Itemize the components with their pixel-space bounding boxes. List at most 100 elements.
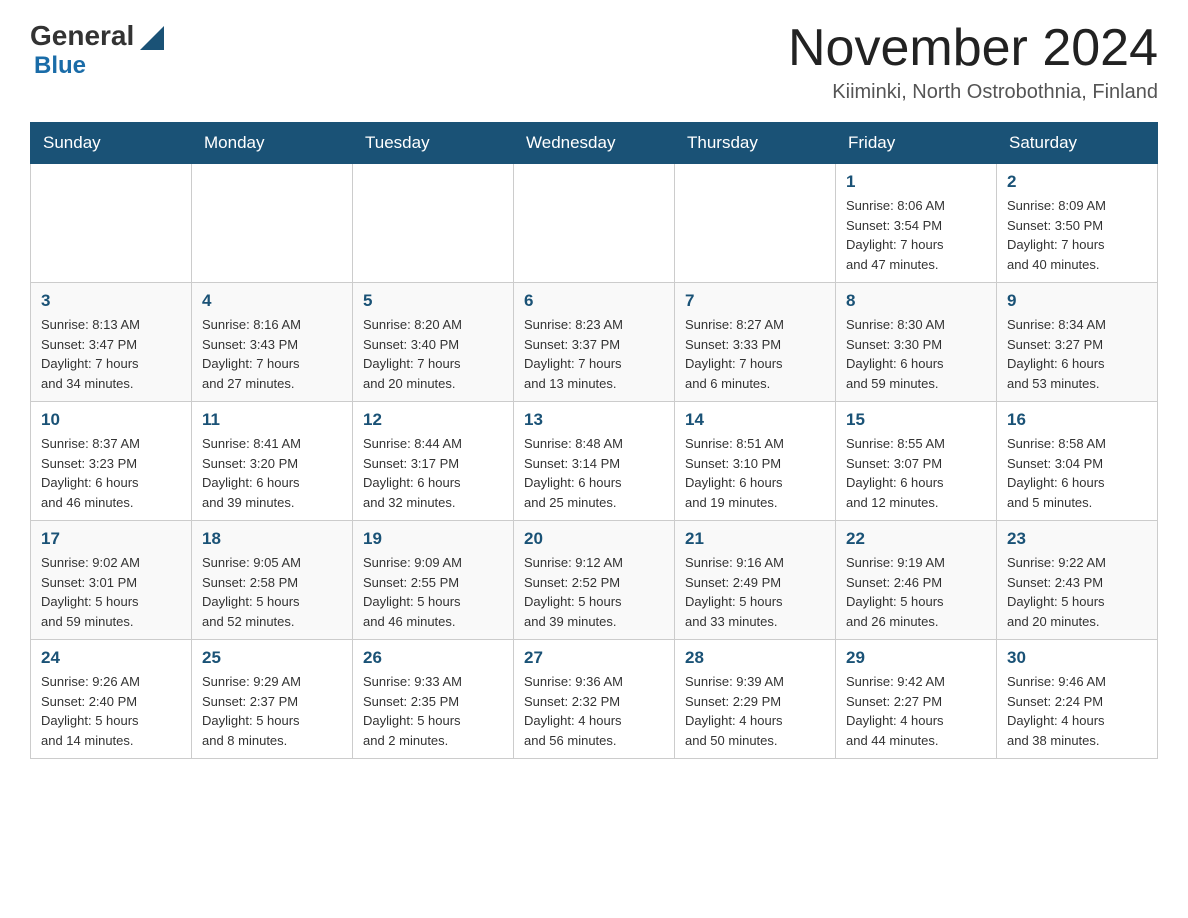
day-info: Sunrise: 8:16 AMSunset: 3:43 PMDaylight:… bbox=[202, 315, 342, 393]
day-info: Sunrise: 8:48 AMSunset: 3:14 PMDaylight:… bbox=[524, 434, 664, 512]
header: General Blue November 2024 Kiiminki, Nor… bbox=[30, 20, 1158, 104]
calendar-week-row-1: 1 Sunrise: 8:06 AMSunset: 3:54 PMDaylight… bbox=[31, 164, 1158, 283]
calendar-cell: 5Sunrise: 8:20 AMSunset: 3:40 PMDaylight… bbox=[353, 283, 514, 402]
day-number: 25 bbox=[202, 648, 342, 668]
day-info: Sunrise: 8:27 AMSunset: 3:33 PMDaylight:… bbox=[685, 315, 825, 393]
calendar-cell bbox=[514, 164, 675, 283]
day-info: Sunrise: 8:13 AMSunset: 3:47 PMDaylight:… bbox=[41, 315, 181, 393]
calendar-cell: 6 Sunrise: 8:23 AMSunset: 3:37 PMDaylight… bbox=[514, 283, 675, 402]
calendar-cell: 28 Sunrise: 9:39 AMSunset: 2:29 PMDayligh… bbox=[675, 640, 836, 759]
day-number: 11 bbox=[202, 410, 342, 430]
location-text: Kiiminki, North Ostrobothnia, Finland bbox=[788, 81, 1158, 104]
calendar-cell: 3 Sunrise: 8:13 AMSunset: 3:47 PMDaylight… bbox=[31, 283, 192, 402]
calendar-cell bbox=[353, 164, 514, 283]
calendar-cell: 7 Sunrise: 8:27 AMSunset: 3:33 PMDaylight… bbox=[675, 283, 836, 402]
day-number: 4 bbox=[202, 291, 342, 311]
day-info: Sunrise: 9:09 AMSunset: 2:55 PMDaylight:… bbox=[363, 553, 503, 631]
calendar-cell: 17 Sunrise: 9:02 AMSunset: 3:01 PMDayligh… bbox=[31, 521, 192, 640]
day-info: Sunrise: 8:55 AMSunset: 3:07 PMDaylight:… bbox=[846, 434, 986, 512]
header-friday: Friday bbox=[836, 123, 997, 164]
logo-general-text: General bbox=[30, 20, 134, 52]
day-number: 19 bbox=[363, 529, 503, 549]
title-area: November 2024 Kiiminki, North Ostrobothn… bbox=[788, 20, 1158, 104]
day-info: Sunrise: 9:42 AMSunset: 2:27 PMDaylight:… bbox=[846, 672, 986, 750]
header-thursday: Thursday bbox=[675, 123, 836, 164]
day-info: Sunrise: 9:16 AMSunset: 2:49 PMDaylight:… bbox=[685, 553, 825, 631]
day-info: Sunrise: 9:26 AMSunset: 2:40 PMDaylight:… bbox=[41, 672, 181, 750]
day-number: 15 bbox=[846, 410, 986, 430]
calendar-cell: 23 Sunrise: 9:22 AMSunset: 2:43 PMDayligh… bbox=[997, 521, 1158, 640]
day-number: 12 bbox=[363, 410, 503, 430]
day-info: Sunrise: 9:36 AMSunset: 2:32 PMDaylight:… bbox=[524, 672, 664, 750]
calendar-cell: 19 Sunrise: 9:09 AMSunset: 2:55 PMDayligh… bbox=[353, 521, 514, 640]
day-info: Sunrise: 8:30 AMSunset: 3:30 PMDaylight:… bbox=[846, 315, 986, 393]
calendar-cell bbox=[192, 164, 353, 283]
day-number: 7 bbox=[685, 291, 825, 311]
calendar-cell: 15 Sunrise: 8:55 AMSunset: 3:07 PMDayligh… bbox=[836, 402, 997, 521]
day-number: 9 bbox=[1007, 291, 1147, 311]
day-number: 29 bbox=[846, 648, 986, 668]
logo-blue-text: Blue bbox=[34, 52, 86, 80]
calendar-week-row-4: 17 Sunrise: 9:02 AMSunset: 3:01 PMDayligh… bbox=[31, 521, 1158, 640]
calendar-week-row-5: 24 Sunrise: 9:26 AMSunset: 2:40 PMDayligh… bbox=[31, 640, 1158, 759]
calendar-table: Sunday Monday Tuesday Wednesday Thursday… bbox=[30, 122, 1158, 759]
day-number: 6 bbox=[524, 291, 664, 311]
day-info: Sunrise: 9:12 AMSunset: 2:52 PMDaylight:… bbox=[524, 553, 664, 631]
calendar-cell: 21 Sunrise: 9:16 AMSunset: 2:49 PMDayligh… bbox=[675, 521, 836, 640]
day-info: Sunrise: 9:39 AMSunset: 2:29 PMDaylight:… bbox=[685, 672, 825, 750]
day-info: Sunrise: 9:29 AMSunset: 2:37 PMDaylight:… bbox=[202, 672, 342, 750]
calendar-cell: 11Sunrise: 8:41 AMSunset: 3:20 PMDayligh… bbox=[192, 402, 353, 521]
day-info: Sunrise: 8:23 AMSunset: 3:37 PMDaylight:… bbox=[524, 315, 664, 393]
calendar-cell bbox=[31, 164, 192, 283]
calendar-cell: 14 Sunrise: 8:51 AMSunset: 3:10 PMDayligh… bbox=[675, 402, 836, 521]
calendar-cell: 10 Sunrise: 8:37 AMSunset: 3:23 PMDayligh… bbox=[31, 402, 192, 521]
day-number: 21 bbox=[685, 529, 825, 549]
calendar-cell: 13 Sunrise: 8:48 AMSunset: 3:14 PMDayligh… bbox=[514, 402, 675, 521]
day-info: Sunrise: 9:33 AMSunset: 2:35 PMDaylight:… bbox=[363, 672, 503, 750]
day-number: 10 bbox=[41, 410, 181, 430]
day-number: 13 bbox=[524, 410, 664, 430]
day-info: Sunrise: 8:37 AMSunset: 3:23 PMDaylight:… bbox=[41, 434, 181, 512]
header-monday: Monday bbox=[192, 123, 353, 164]
day-number: 16 bbox=[1007, 410, 1147, 430]
logo-triangle-icon bbox=[136, 22, 164, 50]
month-title: November 2024 bbox=[788, 20, 1158, 77]
weekday-header-row: Sunday Monday Tuesday Wednesday Thursday… bbox=[31, 123, 1158, 164]
header-saturday: Saturday bbox=[997, 123, 1158, 164]
day-info: Sunrise: 9:02 AMSunset: 3:01 PMDaylight:… bbox=[41, 553, 181, 631]
day-info: Sunrise: 8:09 AMSunset: 3:50 PMDaylight:… bbox=[1007, 196, 1147, 274]
calendar-cell bbox=[675, 164, 836, 283]
day-info: Sunrise: 9:46 AMSunset: 2:24 PMDaylight:… bbox=[1007, 672, 1147, 750]
header-tuesday: Tuesday bbox=[353, 123, 514, 164]
day-number: 14 bbox=[685, 410, 825, 430]
day-info: Sunrise: 9:22 AMSunset: 2:43 PMDaylight:… bbox=[1007, 553, 1147, 631]
calendar-week-row-2: 3 Sunrise: 8:13 AMSunset: 3:47 PMDaylight… bbox=[31, 283, 1158, 402]
calendar-cell: 29 Sunrise: 9:42 AMSunset: 2:27 PMDayligh… bbox=[836, 640, 997, 759]
day-info: Sunrise: 8:51 AMSunset: 3:10 PMDaylight:… bbox=[685, 434, 825, 512]
day-number: 20 bbox=[524, 529, 664, 549]
calendar-cell: 12 Sunrise: 8:44 AMSunset: 3:17 PMDayligh… bbox=[353, 402, 514, 521]
calendar-cell: 30Sunrise: 9:46 AMSunset: 2:24 PMDayligh… bbox=[997, 640, 1158, 759]
calendar-cell: 16 Sunrise: 8:58 AMSunset: 3:04 PMDayligh… bbox=[997, 402, 1158, 521]
day-info: Sunrise: 8:44 AMSunset: 3:17 PMDaylight:… bbox=[363, 434, 503, 512]
day-info: Sunrise: 8:06 AMSunset: 3:54 PMDaylight:… bbox=[846, 196, 986, 274]
header-sunday: Sunday bbox=[31, 123, 192, 164]
day-number: 28 bbox=[685, 648, 825, 668]
calendar-cell: 24 Sunrise: 9:26 AMSunset: 2:40 PMDayligh… bbox=[31, 640, 192, 759]
day-number: 1 bbox=[846, 172, 986, 192]
day-info: Sunrise: 9:05 AMSunset: 2:58 PMDaylight:… bbox=[202, 553, 342, 631]
day-number: 23 bbox=[1007, 529, 1147, 549]
day-number: 24 bbox=[41, 648, 181, 668]
calendar-cell: 9Sunrise: 8:34 AMSunset: 3:27 PMDaylight… bbox=[997, 283, 1158, 402]
day-info: Sunrise: 8:20 AMSunset: 3:40 PMDaylight:… bbox=[363, 315, 503, 393]
calendar-week-row-3: 10 Sunrise: 8:37 AMSunset: 3:23 PMDayligh… bbox=[31, 402, 1158, 521]
calendar-cell: 4 Sunrise: 8:16 AMSunset: 3:43 PMDaylight… bbox=[192, 283, 353, 402]
day-number: 18 bbox=[202, 529, 342, 549]
day-number: 22 bbox=[846, 529, 986, 549]
calendar-cell: 22Sunrise: 9:19 AMSunset: 2:46 PMDayligh… bbox=[836, 521, 997, 640]
day-info: Sunrise: 8:58 AMSunset: 3:04 PMDaylight:… bbox=[1007, 434, 1147, 512]
day-number: 3 bbox=[41, 291, 181, 311]
day-number: 17 bbox=[41, 529, 181, 549]
calendar-cell: 20 Sunrise: 9:12 AMSunset: 2:52 PMDayligh… bbox=[514, 521, 675, 640]
calendar-cell: 2Sunrise: 8:09 AMSunset: 3:50 PMDaylight… bbox=[997, 164, 1158, 283]
